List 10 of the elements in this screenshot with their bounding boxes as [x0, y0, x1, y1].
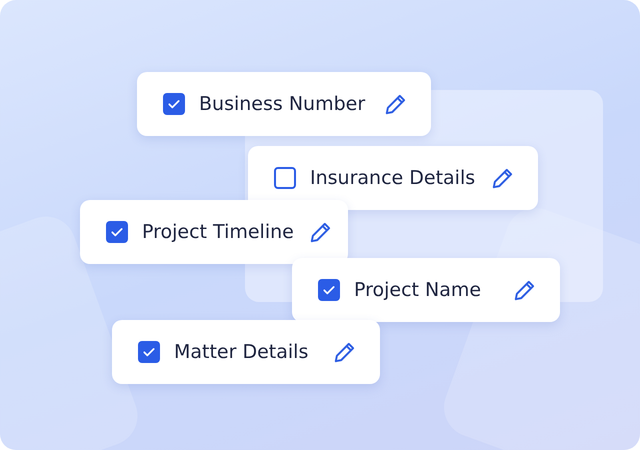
field-label: Business Number: [199, 93, 366, 115]
field-label: Insurance Details: [310, 167, 476, 189]
checkbox[interactable]: [163, 93, 185, 115]
field-label: Project Name: [354, 279, 482, 301]
field-label: Matter Details: [174, 341, 310, 363]
checkbox[interactable]: [106, 221, 128, 243]
field-label: Project Timeline: [142, 221, 294, 243]
checkbox[interactable]: [274, 167, 296, 189]
checkbox[interactable]: [138, 341, 160, 363]
checkbox[interactable]: [318, 279, 340, 301]
